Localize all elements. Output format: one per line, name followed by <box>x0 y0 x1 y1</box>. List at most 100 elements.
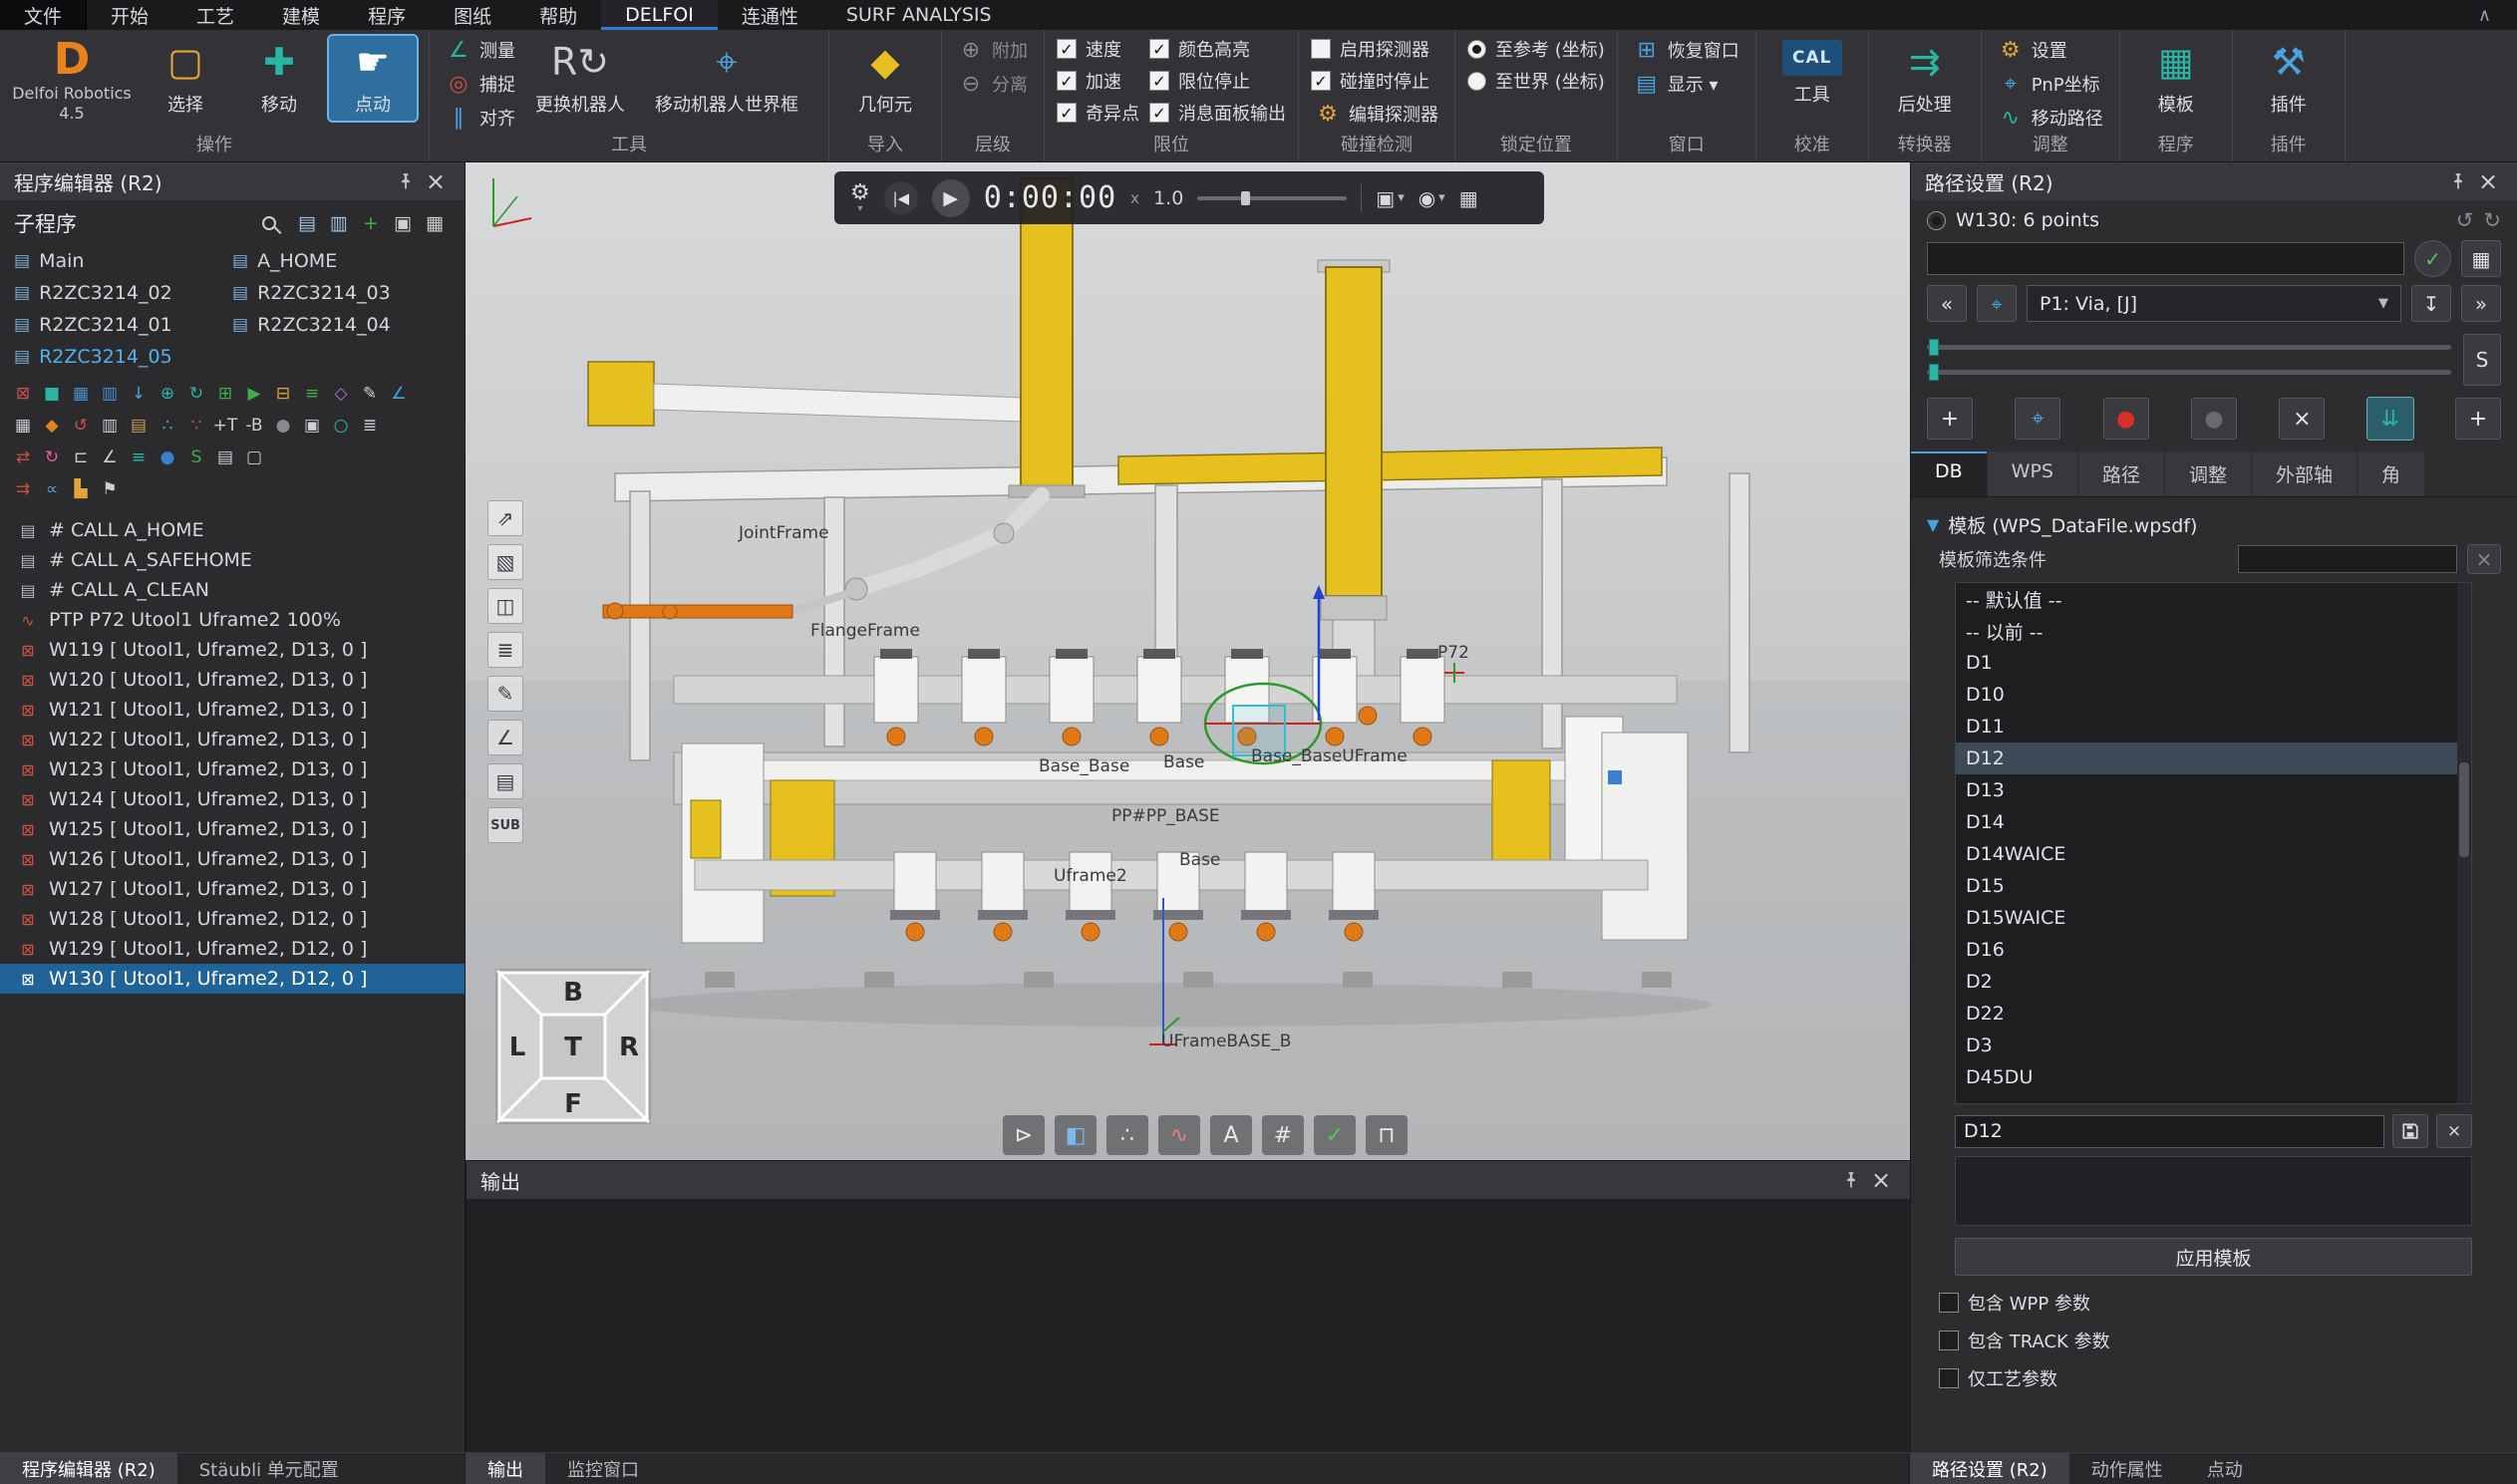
snap-button[interactable]: ◎ 捕捉 <box>442 70 519 98</box>
toolbar-icon[interactable]: ✎ <box>357 381 383 407</box>
path-slider-1[interactable] <box>1927 345 2451 350</box>
menu-modeling[interactable]: 建模 <box>258 0 344 30</box>
move-tool-button[interactable]: ✚ 移动 <box>235 36 323 121</box>
color-highlight-checkbox[interactable]: 颜色高亮 <box>1149 36 1286 62</box>
record-stop-button[interactable]: ● <box>2191 398 2237 440</box>
template-item[interactable]: D22 <box>1956 998 2471 1030</box>
prev-point-button[interactable]: « <box>1927 285 1967 322</box>
jog-tool-button[interactable]: ☛ 点动 <box>329 36 417 121</box>
template-item[interactable]: D1 <box>1956 647 2471 679</box>
measure-button[interactable]: ∠ 测量 <box>442 36 519 64</box>
collapse-ribbon-icon[interactable]: ∧ <box>2478 5 2491 26</box>
scrollbar[interactable] <box>2457 583 2471 1103</box>
path-slider-2[interactable] <box>1927 370 2451 375</box>
undo-icon[interactable]: ↺ <box>2456 208 2474 232</box>
vr-view-icon[interactable]: ▦ <box>1459 186 1478 210</box>
include-track-checkbox[interactable]: 包含 TRACK 参数 <box>1939 1328 2501 1353</box>
next-point-button[interactable]: » <box>2461 285 2501 322</box>
toolbar-icon[interactable]: ○ <box>328 413 354 439</box>
append-point-button[interactable]: + <box>2455 398 2501 440</box>
statusbar-path-settings-tab[interactable]: 路径设置 (R2) <box>1910 1453 2069 1484</box>
statement-row[interactable]: ⊠ W122 [ Utool1, Uframe2, D13, 0 ] <box>0 725 465 754</box>
delete-template-icon[interactable]: × <box>2436 1114 2472 1148</box>
statement-row[interactable]: ⊠ W124 [ Utool1, Uframe2, D13, 0 ] <box>0 784 465 814</box>
menu-start[interactable]: 开始 <box>87 0 172 30</box>
touchup-points-button[interactable]: ⇊ <box>2367 398 2413 440</box>
template-item[interactable]: D13 <box>1956 774 2471 806</box>
redo-icon[interactable]: ↻ <box>2483 208 2501 232</box>
toolbar-icon[interactable]: ▥ <box>97 381 123 407</box>
template-section-header[interactable]: ▼ 模板 (WPS_DataFile.wpsdf) <box>1927 511 2501 538</box>
scrollbar-thumb[interactable] <box>2459 762 2469 857</box>
subprogram-r2zc3214-02[interactable]: ▤ R2ZC3214_02 <box>14 282 232 304</box>
menu-file[interactable]: 文件 <box>0 0 87 30</box>
pin-icon[interactable] <box>2443 168 2473 194</box>
toolbar-icon[interactable]: ⇉ <box>10 476 36 502</box>
show-menu-button[interactable]: ▤ 显示 ▾ <box>1630 70 1743 98</box>
menu-connectivity[interactable]: 连通性 <box>718 0 822 30</box>
save-template-icon[interactable] <box>2392 1114 2428 1148</box>
toolbar-icon[interactable]: ▤ <box>212 445 238 470</box>
image-export-icon[interactable]: ▣▾ <box>1376 186 1404 210</box>
subprogram-main[interactable]: ▤ Main <box>14 250 232 272</box>
template-name-input[interactable] <box>1955 1115 2384 1148</box>
toolbar-icon[interactable]: ⚑ <box>97 476 123 502</box>
close-icon[interactable]: × <box>2473 168 2503 194</box>
statusbar-output-tab[interactable]: 输出 <box>466 1453 545 1484</box>
toolbar-icon[interactable]: ● <box>155 445 180 470</box>
template-item[interactable]: D15 <box>1956 870 2471 902</box>
toolbar-icon[interactable]: ∠ <box>386 381 412 407</box>
store-point-icon[interactable]: ↧ <box>2411 285 2451 322</box>
playback-settings-icon[interactable]: ⚙▾ <box>850 182 870 214</box>
detach-button[interactable]: ⊖ 分离 <box>954 70 1032 98</box>
lock-to-world-radio[interactable]: 至世界 (坐标) <box>1467 68 1605 94</box>
3d-viewport[interactable]: JointFrameFlangeFrameP72Base_BaseBaseBas… <box>466 162 1910 1160</box>
statement-row[interactable]: ⊠ W123 [ Utool1, Uframe2, D13, 0 ] <box>0 754 465 784</box>
statement-row[interactable]: ⊠ W128 [ Utool1, Uframe2, D12, 0 ] <box>0 904 465 934</box>
toolbar-icon[interactable]: -B <box>241 413 267 439</box>
point-name-input[interactable] <box>1927 242 2404 275</box>
template-item[interactable]: D2 <box>1956 966 2471 998</box>
limit-stop-checkbox[interactable]: 限位停止 <box>1149 68 1286 94</box>
postprocess-button[interactable]: ⇉ 后处理 <box>1881 36 1969 121</box>
menu-drawing[interactable]: 图纸 <box>430 0 515 30</box>
toolbar-icon[interactable]: ↻ <box>39 445 65 470</box>
statement-row[interactable]: ⊠ W127 [ Utool1, Uframe2, D13, 0 ] <box>0 874 465 904</box>
subprogram-r2zc3214-03[interactable]: ▤ R2ZC3214_03 <box>232 282 451 304</box>
markup-icon[interactable]: ✎ <box>487 676 523 712</box>
viewport-style-icon[interactable]: ◧ <box>1055 1115 1097 1155</box>
panel-icon[interactable]: ▤ <box>487 763 523 799</box>
annotation-icon[interactable]: A <box>1210 1115 1252 1155</box>
camera-icon[interactable]: ◉▾ <box>1418 186 1445 210</box>
edit-detector-button[interactable]: ⚙ 编辑探测器 <box>1311 100 1442 128</box>
toolbar-icon[interactable]: ▢ <box>241 445 267 470</box>
tab-angle[interactable]: 角 <box>2358 451 2425 496</box>
jog-to-point-button[interactable]: ⌖ <box>2015 398 2060 440</box>
menu-help[interactable]: 帮助 <box>515 0 601 30</box>
statusbar-program-editor-tab[interactable]: 程序编辑器 (R2) <box>0 1453 177 1484</box>
graph-nodes-icon[interactable]: ∴ <box>1106 1115 1148 1155</box>
statement-row[interactable]: ∿ PTP P72 Utool1 Uframe2 100% <box>0 605 465 635</box>
speed-slider[interactable] <box>1197 196 1347 200</box>
program-doc-icon[interactable]: ▤ <box>291 209 323 237</box>
add-program-icon[interactable]: + <box>355 209 387 237</box>
template-item[interactable]: D14WAICE <box>1956 838 2471 870</box>
select-tool-button[interactable]: ▢ 选择 <box>142 36 229 121</box>
close-icon[interactable]: × <box>421 168 451 194</box>
statement-row[interactable]: ⊠ W121 [ Utool1, Uframe2, D13, 0 ] <box>0 695 465 725</box>
play-button[interactable]: ▶ <box>932 179 970 217</box>
cube-view-icon[interactable]: ◫ <box>487 588 523 624</box>
toolbar-icon[interactable]: ≡ <box>126 445 152 470</box>
record-button[interactable]: ● <box>2103 398 2149 440</box>
toolbar-icon[interactable]: ▦ <box>68 381 94 407</box>
toolbar-icon[interactable]: ⊕ <box>155 381 180 407</box>
3d-scene[interactable] <box>466 162 1910 1160</box>
template-item[interactable]: D3 <box>1956 1030 2471 1061</box>
toolbar-icon[interactable]: ∠ <box>97 445 123 470</box>
toolbar-icon[interactable]: S <box>183 445 209 470</box>
singularity-checkbox[interactable]: 奇异点 <box>1057 100 1139 126</box>
toolbar-icon[interactable]: ∵ <box>183 413 209 439</box>
toolbar-icon[interactable]: ▶ <box>241 381 267 407</box>
subprogram-r2zc3214-04[interactable]: ▤ R2ZC3214_04 <box>232 314 451 336</box>
menu-delfoi[interactable]: DELFOI <box>601 0 718 30</box>
